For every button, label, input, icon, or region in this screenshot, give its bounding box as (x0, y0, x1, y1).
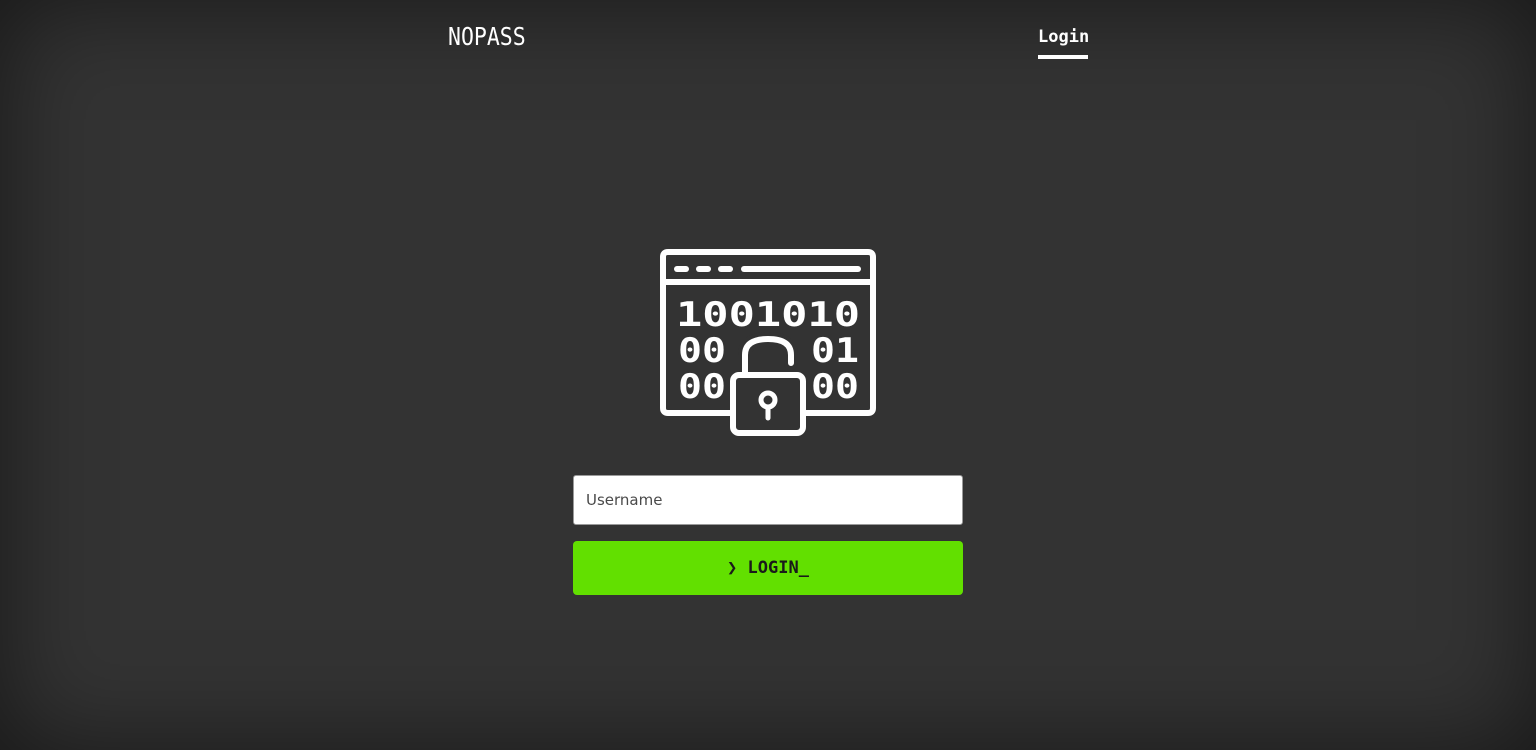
binary-row-2-left: 00 (678, 331, 726, 371)
login-button[interactable]: ❯ LOGIN_ (573, 541, 963, 595)
binary-unlocked-padlock-icon: 1001010 00 01 00 00 (660, 249, 876, 437)
binary-row-3-right: 00 (811, 367, 859, 407)
binary-row-2-right: 01 (811, 331, 859, 371)
brand-logo-text[interactable]: NOPASS (448, 22, 526, 51)
nav-login-link[interactable]: Login (1038, 27, 1089, 59)
login-form: ❯ LOGIN_ (573, 475, 963, 595)
binary-row-1: 1001010 (676, 295, 860, 335)
username-input[interactable] (573, 475, 963, 525)
top-navbar: NOPASS Login (448, 0, 1089, 70)
binary-row-3-left: 00 (678, 367, 726, 407)
